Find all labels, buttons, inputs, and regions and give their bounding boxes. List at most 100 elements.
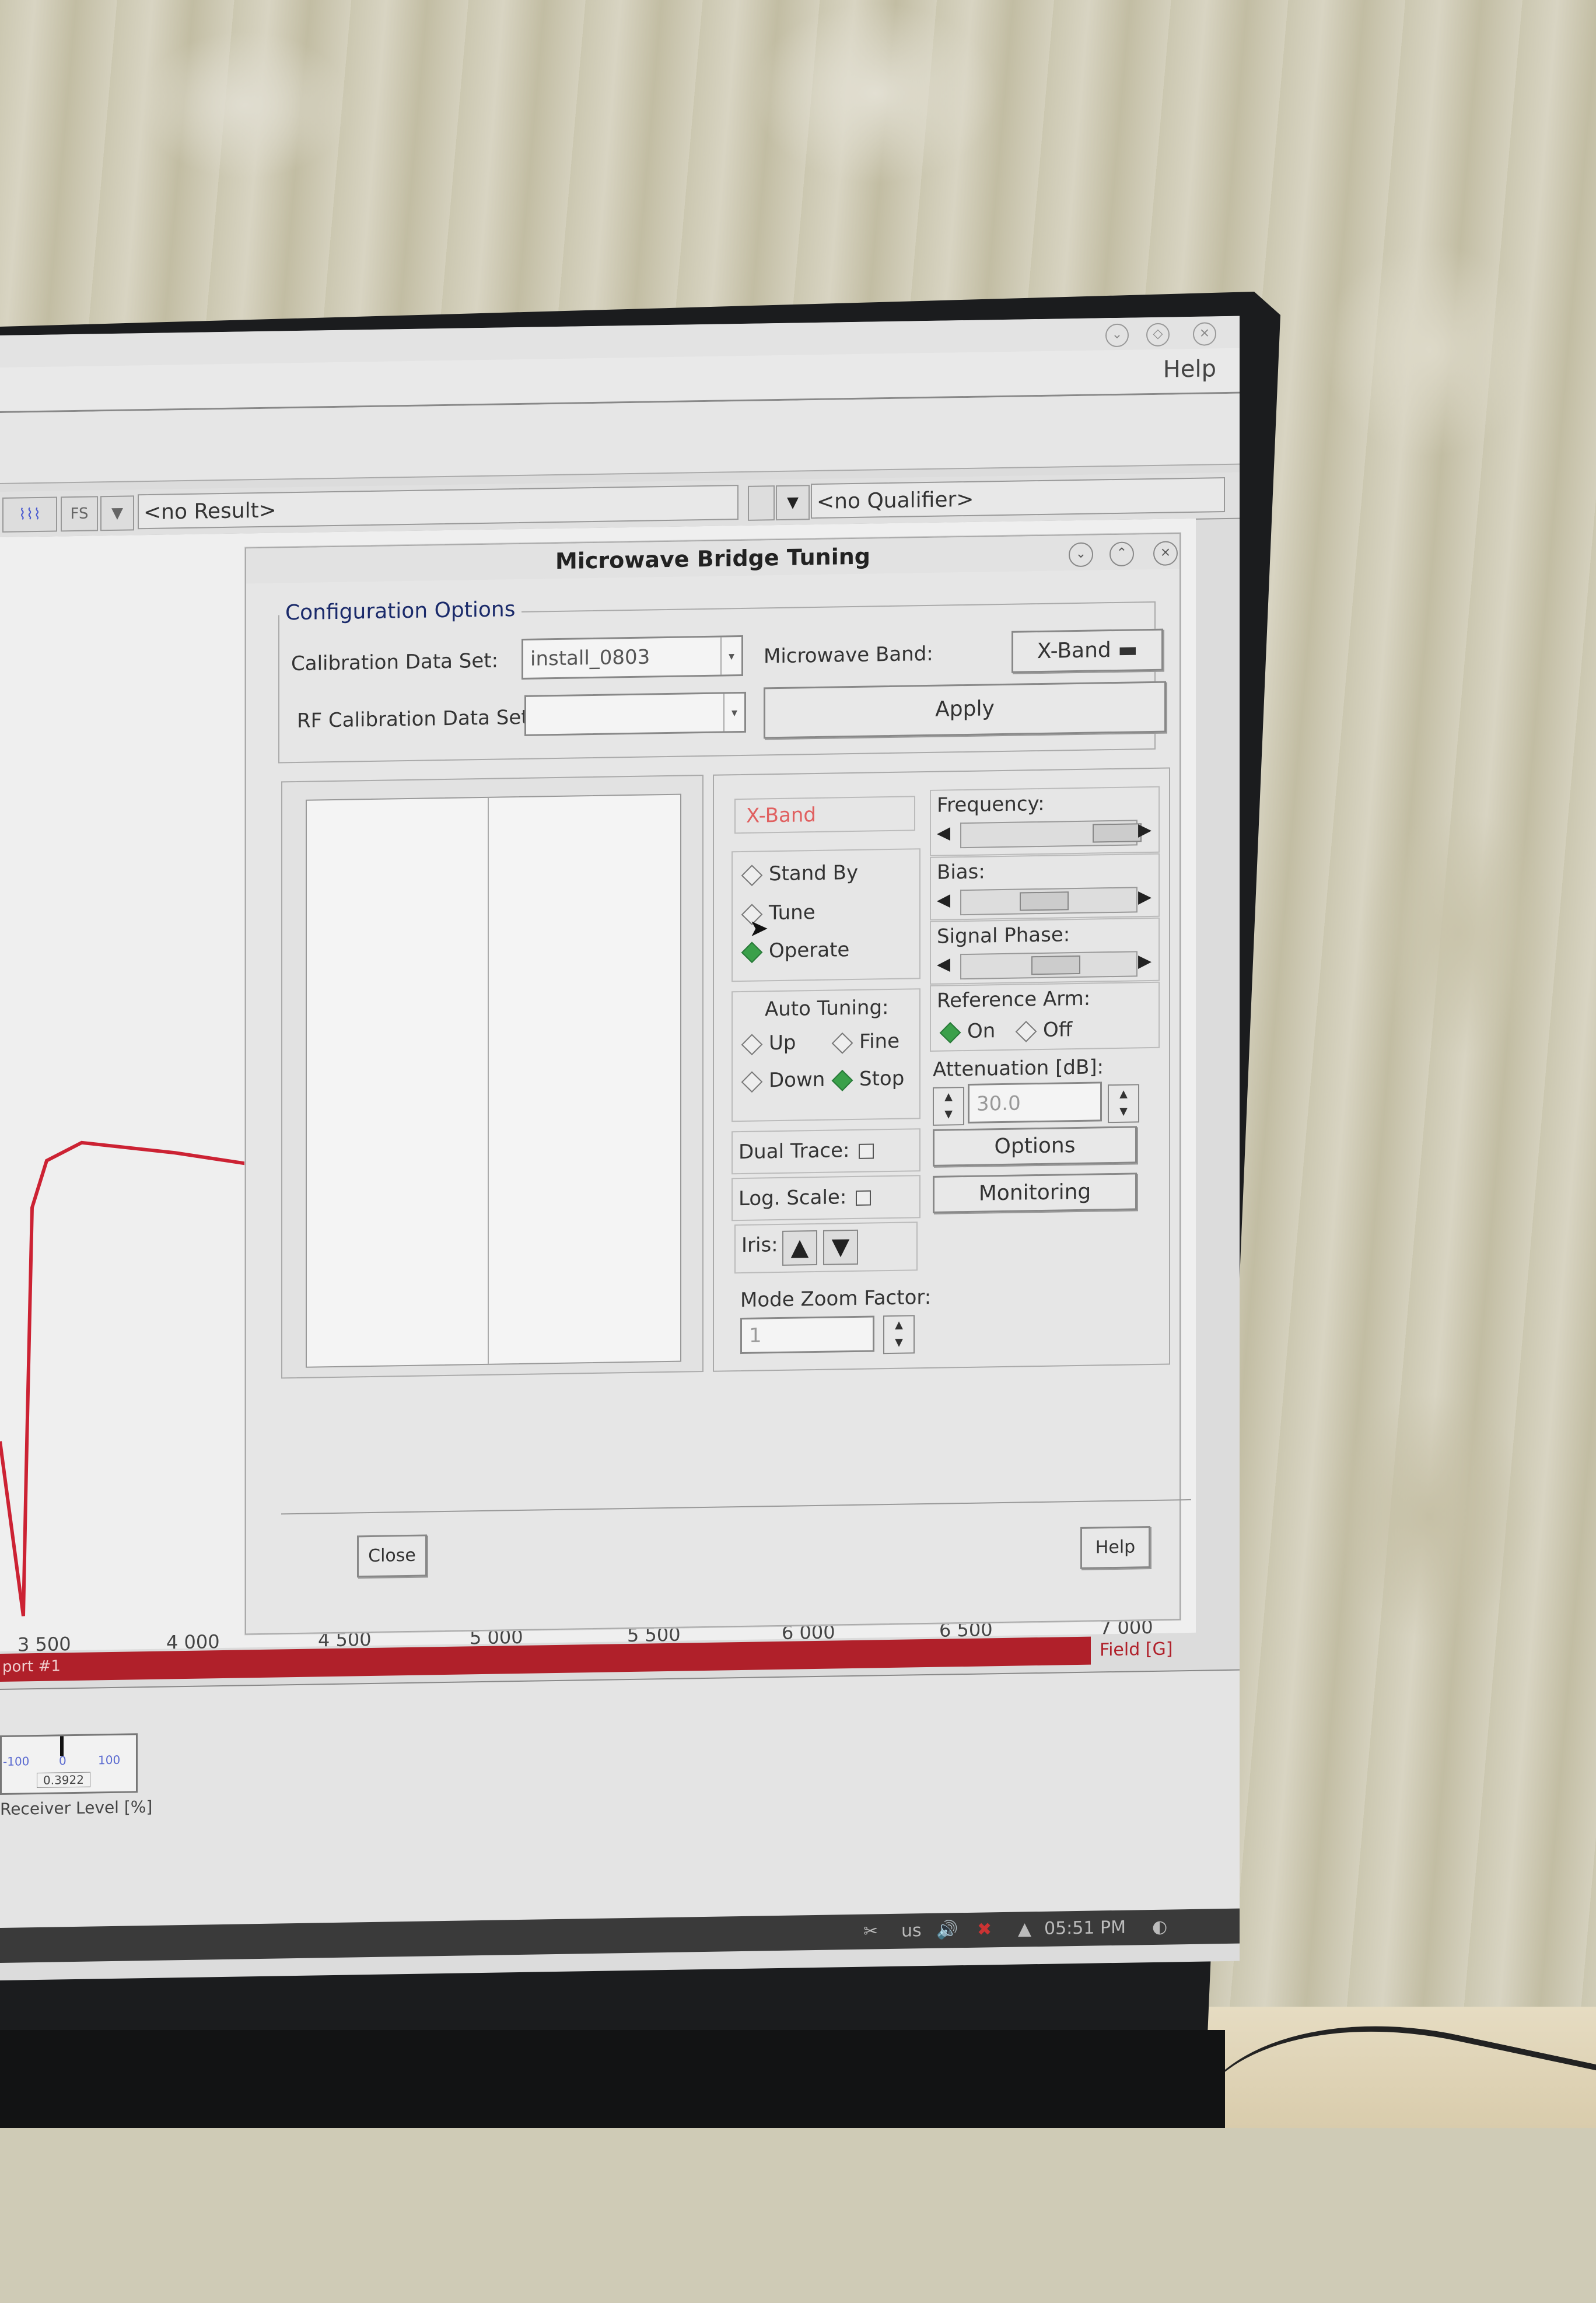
keyboard-layout[interactable]: us [901, 1920, 922, 1941]
reference-arm-control: Reference Arm: On Off [930, 981, 1160, 1052]
result-combo[interactable]: <no Result> [138, 485, 738, 530]
mode-zoom-stepper[interactable]: ▲ ▼ [883, 1315, 915, 1354]
dialog-footer-divider [281, 1499, 1191, 1515]
calibration-value: install_0803 [530, 645, 650, 671]
close-icon[interactable]: × [1193, 322, 1216, 346]
auto-tuning-panel: Auto Tuning: Up Fine Down Stop [732, 988, 921, 1122]
radio-dot [741, 864, 763, 886]
phase-left-icon[interactable]: ◀ [937, 954, 950, 974]
radio-dot [939, 1021, 961, 1044]
options-button[interactable]: Options [933, 1126, 1137, 1167]
monitoring-button[interactable]: Monitoring [933, 1172, 1137, 1213]
configuration-options-title: Configuration Options [279, 597, 522, 625]
meter-max: 100 [98, 1752, 121, 1768]
auto-up-label: Up [769, 1031, 796, 1055]
reference-arm-label: Reference Arm: [937, 986, 1091, 1013]
reference-on-radio[interactable]: On [939, 1019, 996, 1044]
radio-dot [741, 1033, 763, 1055]
mode-standby-radio[interactable]: Stand By [741, 861, 858, 886]
reference-off-radio[interactable]: Off [1015, 1018, 1072, 1042]
tuning-display-frame [281, 775, 704, 1379]
microwave-band-value: X-Band [1037, 638, 1111, 664]
x-axis-label: Field [G] [1100, 1639, 1173, 1661]
rf-calibration-label: RF Calibration Data Set: [297, 705, 536, 733]
log-scale-label[interactable]: Log. Scale: [738, 1185, 872, 1211]
apply-button[interactable]: Apply [764, 681, 1166, 739]
qualifier-dropdown-icon[interactable]: ▼ [776, 485, 810, 521]
attenuation-label: Attenuation [dB]: [933, 1055, 1104, 1082]
log-scale-checkbox[interactable] [856, 1190, 872, 1206]
iris-label: Iris: [741, 1233, 778, 1258]
scissors-icon[interactable]: ✂ [863, 1921, 878, 1941]
monitor-stand [0, 2030, 1225, 2128]
waveform-icon[interactable]: ⌇⌇⌇ [2, 496, 57, 533]
clock: 05:51 PM [1044, 1917, 1126, 1939]
receiver-level-label: Receiver Level [%] [0, 1797, 153, 1819]
tuning-marker-line [488, 797, 489, 1364]
reference-on-label: On [967, 1019, 996, 1043]
radio-dot [1015, 1020, 1037, 1042]
power-icon[interactable]: ◐ [1152, 1917, 1167, 1937]
attenuation-fine-stepper[interactable]: ▲ ▼ [1108, 1084, 1139, 1124]
microwave-band-label: Microwave Band: [764, 642, 933, 668]
frequency-right-icon[interactable]: ▶ [1138, 820, 1152, 840]
signal-phase-control: Signal Phase: ◀ ▶ [930, 917, 1160, 985]
radio-dot [831, 1032, 853, 1054]
slider-thumb[interactable] [1093, 823, 1142, 843]
mode-selector: Stand By Tune Operate ➤ [732, 848, 921, 982]
frequency-left-icon[interactable]: ◀ [937, 822, 950, 843]
iris-down-button[interactable]: ▼ [823, 1229, 858, 1265]
volume-icon[interactable]: 🔊 [936, 1920, 958, 1941]
mode-operate-radio[interactable]: Operate [741, 938, 850, 963]
fs-label: FS [70, 505, 89, 523]
network-error-icon[interactable]: ✖ [977, 1919, 992, 1940]
phase-right-icon[interactable]: ▶ [1138, 951, 1152, 971]
iris-control: Iris: ▲ ▼ [734, 1222, 918, 1274]
frequency-label: Frequency: [937, 792, 1045, 817]
close-button[interactable]: Close [357, 1534, 427, 1578]
help-button[interactable]: Help [1080, 1526, 1150, 1569]
auto-stop-radio[interactable]: Stop [831, 1067, 904, 1091]
attenuation-input[interactable]: 30.0 [968, 1082, 1102, 1124]
bias-right-icon[interactable]: ▶ [1138, 887, 1152, 907]
monitor-screen: ⌄ ◇ × Help ⌇⌇⌇ FS ▼ <no Result> ▼ <no Qu… [0, 316, 1240, 1980]
menu-help[interactable]: Help [1163, 355, 1216, 383]
rf-calibration-dropdown[interactable]: ▾ [524, 691, 746, 736]
signal-phase-label: Signal Phase: [937, 923, 1070, 949]
calibration-dropdown[interactable]: install_0803 ▾ [522, 635, 743, 680]
log-scale-text: Log. Scale: [738, 1185, 847, 1211]
frequency-slider[interactable] [960, 820, 1142, 849]
iris-up-button[interactable]: ▲ [782, 1230, 817, 1266]
tray-up-icon[interactable]: ▲ [1018, 1919, 1031, 1939]
signal-phase-slider[interactable] [960, 951, 1138, 980]
bias-slider[interactable] [960, 887, 1138, 916]
mode-operate-label: Operate [769, 938, 850, 963]
mode-tune-label: Tune [769, 901, 816, 925]
mode-zoom-input[interactable]: 1 [740, 1315, 874, 1354]
qualifier-toggle[interactable] [748, 485, 775, 521]
log-scale-row: Log. Scale: [732, 1175, 921, 1222]
dual-trace-label[interactable]: Dual Trace: [738, 1138, 874, 1164]
bias-control: Bias: ◀ ▶ [930, 853, 1160, 921]
mouse-cursor-icon: ➤ [749, 915, 769, 942]
auto-up-radio[interactable]: Up [741, 1031, 796, 1055]
maximize-icon[interactable]: ◇ [1146, 323, 1170, 347]
auto-fine-label: Fine [859, 1029, 900, 1054]
radio-dot [831, 1069, 853, 1091]
microwave-band-select[interactable]: X-Band ▬ [1012, 628, 1163, 673]
auto-down-radio[interactable]: Down [741, 1068, 825, 1093]
radio-dot [741, 1070, 763, 1093]
fs-icon[interactable]: FS [61, 496, 98, 532]
bias-left-icon[interactable]: ◀ [937, 890, 950, 910]
qualifier-combo[interactable]: <no Qualifier> [811, 477, 1225, 519]
attenuation-coarse-stepper[interactable]: ▲ ▼ [933, 1087, 964, 1126]
slider-thumb[interactable] [1020, 891, 1069, 911]
frequency-control: Frequency: ◀ ▶ [930, 786, 1160, 856]
filter-icon[interactable]: ▼ [100, 495, 134, 531]
minimize-icon[interactable]: ⌄ [1105, 323, 1129, 348]
dual-trace-checkbox[interactable] [859, 1143, 874, 1159]
auto-fine-radio[interactable]: Fine [831, 1029, 900, 1054]
chevron-down-icon: ▾ [723, 693, 744, 732]
slider-thumb[interactable] [1031, 955, 1080, 975]
meter-needle [60, 1736, 64, 1756]
